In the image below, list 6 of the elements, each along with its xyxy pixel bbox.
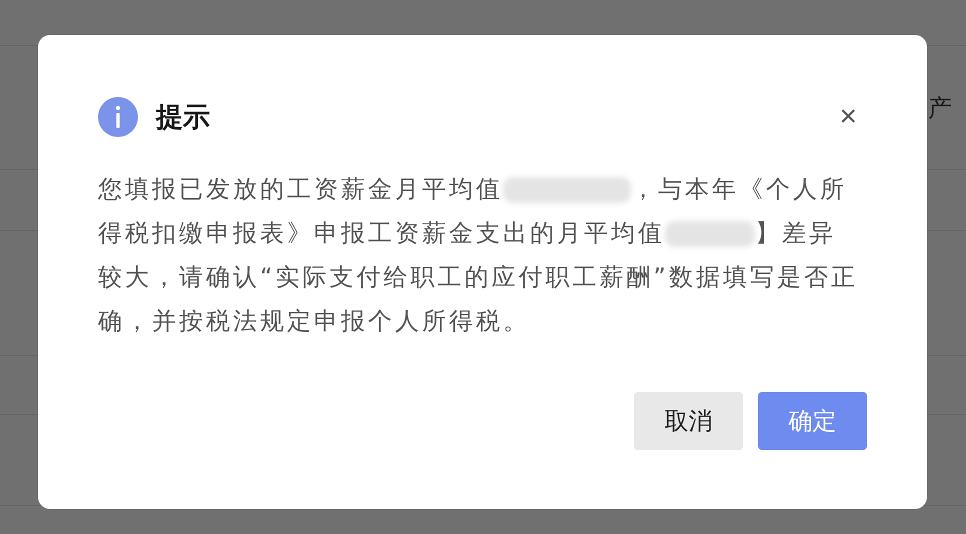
dialog-title: 提示 [156, 101, 211, 135]
cancel-button[interactable]: 取消 [634, 392, 743, 450]
table-text: 产 [928, 92, 953, 124]
message-text: 您填报已发放的工资薪金月平均值 ，与本年《个人所得税扣缴申报表》申报工资薪金支出的月平均值 】差异较大，请确认“实际支付给职工的应付职工薪酬”数据填写是否正确，并按税法规定申报个人所得税。 [98, 174, 859, 337]
close-button[interactable]: × [829, 102, 867, 132]
info-icon [98, 97, 138, 137]
